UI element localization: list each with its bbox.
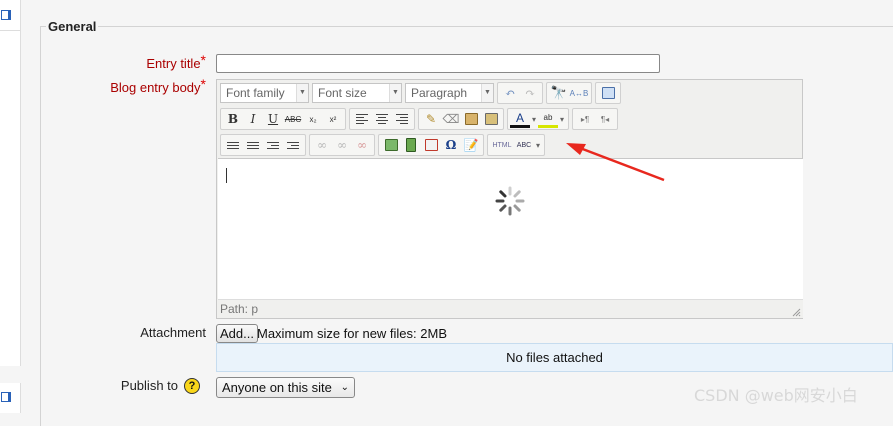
italic-icon[interactable]: I xyxy=(243,109,263,129)
entry-title-label-text: Entry title xyxy=(146,56,201,71)
publish-select[interactable]: Anyone on this site ⌄ xyxy=(216,377,355,398)
replace-icon[interactable]: A↔B xyxy=(569,83,589,103)
image-icon[interactable] xyxy=(381,135,401,155)
body-label: Blog entry body* xyxy=(60,76,206,95)
align-group xyxy=(349,108,415,130)
link-icon[interactable]: ∞ xyxy=(312,135,332,155)
italic-glyph: I xyxy=(250,112,256,126)
toolbar-row-2: B I U ABC x₂ x² ✎ ⌫ A ▾ ab ▾ ▸¶ ¶◂ xyxy=(220,107,621,131)
rtl-icon[interactable]: ¶◂ xyxy=(595,109,615,129)
find-icon[interactable]: 🔭 xyxy=(549,83,569,103)
editor-path: Path: p xyxy=(220,302,259,316)
code-group: HTML ABC ▾ xyxy=(487,134,545,156)
font-size-value: Font size xyxy=(318,86,367,100)
toolbar-row-1: Font family ▼ Font size ▼ Paragraph ▼ ↶ ↷ 🔭… xyxy=(220,81,624,105)
sidebar-panel xyxy=(0,0,21,366)
sidebar-panel-lower xyxy=(0,383,21,413)
eraser-icon[interactable]: ⌫ xyxy=(441,109,461,129)
html-source-icon[interactable]: HTML xyxy=(490,135,514,155)
dock-block-icon[interactable] xyxy=(1,392,11,402)
indent-icon[interactable] xyxy=(283,135,303,155)
section-legend: General xyxy=(46,19,99,34)
spellcheck-icon[interactable]: ABC xyxy=(514,135,534,155)
bold-glyph: B xyxy=(227,112,239,126)
loading-spinner-icon xyxy=(495,186,525,216)
required-mark: * xyxy=(200,52,206,68)
ltr-icon[interactable]: ▸¶ xyxy=(575,109,595,129)
format-select[interactable]: Paragraph ▼ xyxy=(405,83,494,103)
font-family-value: Font family xyxy=(226,86,285,100)
dock-block-icon[interactable] xyxy=(1,10,11,20)
outdent-icon[interactable] xyxy=(263,135,283,155)
bold-icon[interactable]: B xyxy=(223,109,243,129)
chevron-down-icon[interactable]: ▾ xyxy=(558,109,566,129)
no-files-message: No files attached xyxy=(506,350,603,365)
paste-word-icon[interactable] xyxy=(481,109,501,129)
add-file-button[interactable]: Add... xyxy=(216,324,258,343)
clipboard-group: ✎ ⌫ xyxy=(418,108,504,130)
insert-group: Ω 📝 xyxy=(378,134,484,156)
fullscreen-group xyxy=(595,82,621,104)
chevron-down-icon[interactable]: ▾ xyxy=(534,135,542,155)
text-style-group: B I U ABC x₂ x² xyxy=(220,108,346,130)
align-right-icon[interactable] xyxy=(392,109,412,129)
max-size-note: Maximum size for new files: 2MB xyxy=(257,326,447,341)
clean-format-icon[interactable]: ✎ xyxy=(421,109,441,129)
font-color-icon[interactable]: A xyxy=(510,110,530,128)
special-char-icon[interactable]: Ω xyxy=(441,135,461,155)
strikethrough-icon[interactable]: ABC xyxy=(283,109,303,129)
publish-selected-value: Anyone on this site xyxy=(222,380,332,395)
unlink-icon[interactable]: ∞ xyxy=(332,135,352,155)
resize-handle-icon[interactable] xyxy=(791,307,801,317)
toolbar-row-3: ∞ ∞ ∞ Ω 📝 HTML ABC ▾ xyxy=(220,133,548,157)
attachment-label: Attachment xyxy=(140,325,206,340)
align-left-icon[interactable] xyxy=(352,109,372,129)
chevron-down-icon: ▼ xyxy=(389,84,401,102)
editor-path-bar: Path: p xyxy=(218,299,803,318)
sidebar-divider xyxy=(0,30,20,31)
editor-content-area[interactable] xyxy=(218,158,803,299)
direction-group: ▸¶ ¶◂ xyxy=(572,108,618,130)
color-group: A ▾ ab ▾ xyxy=(507,108,569,130)
align-center-icon[interactable] xyxy=(372,109,392,129)
strike-glyph: ABC xyxy=(284,114,302,124)
publish-label: Publish to xyxy=(120,378,178,393)
file-drop-zone[interactable]: No files attached xyxy=(216,343,893,372)
underline-icon[interactable]: U xyxy=(263,109,283,129)
body-label-text: Blog entry body xyxy=(110,80,201,95)
rich-text-editor: Font family ▼ Font size ▼ Paragraph ▼ ↶ ↷ 🔭… xyxy=(216,79,803,319)
chevron-down-icon: ⌄ xyxy=(340,382,349,393)
text-caret xyxy=(226,168,227,183)
help-icon[interactable]: ? xyxy=(184,378,200,394)
chevron-down-icon: ▼ xyxy=(481,84,493,102)
superscript-icon[interactable]: x² xyxy=(323,109,343,129)
font-family-select[interactable]: Font family ▼ xyxy=(220,83,309,103)
watermark: CSDN @web网安小白 xyxy=(694,386,858,405)
numbered-list-icon[interactable] xyxy=(243,135,263,155)
search-group: 🔭 A↔B xyxy=(546,82,592,104)
entry-title-input[interactable] xyxy=(216,54,660,73)
underline-glyph: U xyxy=(267,112,279,126)
subscript-icon[interactable]: x₂ xyxy=(303,109,323,129)
chevron-down-icon: ▼ xyxy=(296,84,308,102)
bullet-list-icon[interactable] xyxy=(223,135,243,155)
format-value: Paragraph xyxy=(411,86,468,100)
link-group: ∞ ∞ ∞ xyxy=(309,134,375,156)
paste-text-icon[interactable] xyxy=(461,109,481,129)
math-icon[interactable] xyxy=(421,135,441,155)
font-size-select[interactable]: Font size ▼ xyxy=(312,83,402,103)
redo-icon[interactable]: ↷ xyxy=(520,83,540,103)
history-group: ↶ ↷ xyxy=(497,82,543,104)
media-icon[interactable] xyxy=(401,135,421,155)
list-group xyxy=(220,134,306,156)
template-icon[interactable]: 📝 xyxy=(461,135,481,155)
undo-icon[interactable]: ↶ xyxy=(500,83,520,103)
chevron-down-icon[interactable]: ▾ xyxy=(530,109,538,129)
annotation-arrow xyxy=(566,143,665,182)
anchor-icon[interactable]: ∞ xyxy=(352,135,372,155)
fullscreen-icon[interactable] xyxy=(598,83,618,103)
required-mark: * xyxy=(200,76,206,92)
entry-title-label: Entry title* xyxy=(100,52,206,71)
highlight-icon[interactable]: ab xyxy=(538,110,558,128)
